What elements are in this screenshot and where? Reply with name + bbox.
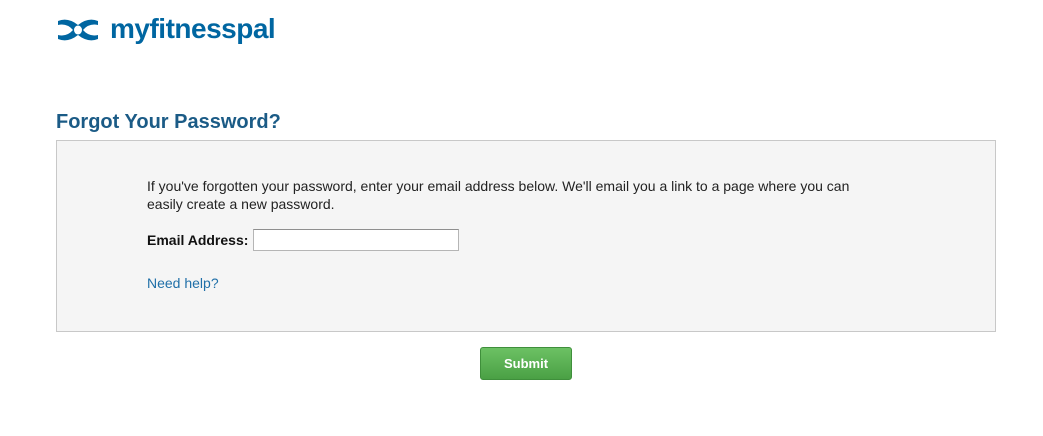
need-help-link[interactable]: Need help? (147, 275, 219, 291)
brand-logo[interactable]: myfitnesspal (56, 13, 276, 46)
page: myfitnesspal Forgot Your Password? If yo… (0, 0, 1043, 436)
email-label: Email Address: (147, 232, 249, 248)
submit-button[interactable]: Submit (480, 347, 572, 380)
instructions-text: If you've forgotten your password, enter… (147, 178, 850, 212)
under-armour-logo-icon (58, 19, 98, 41)
page-title: Forgot Your Password? (56, 111, 281, 133)
email-row: Email Address: (147, 229, 460, 251)
brand-name: myfitnesspal (110, 13, 276, 44)
forgot-password-form: If you've forgotten your password, enter… (56, 140, 996, 332)
email-input[interactable] (253, 229, 460, 251)
